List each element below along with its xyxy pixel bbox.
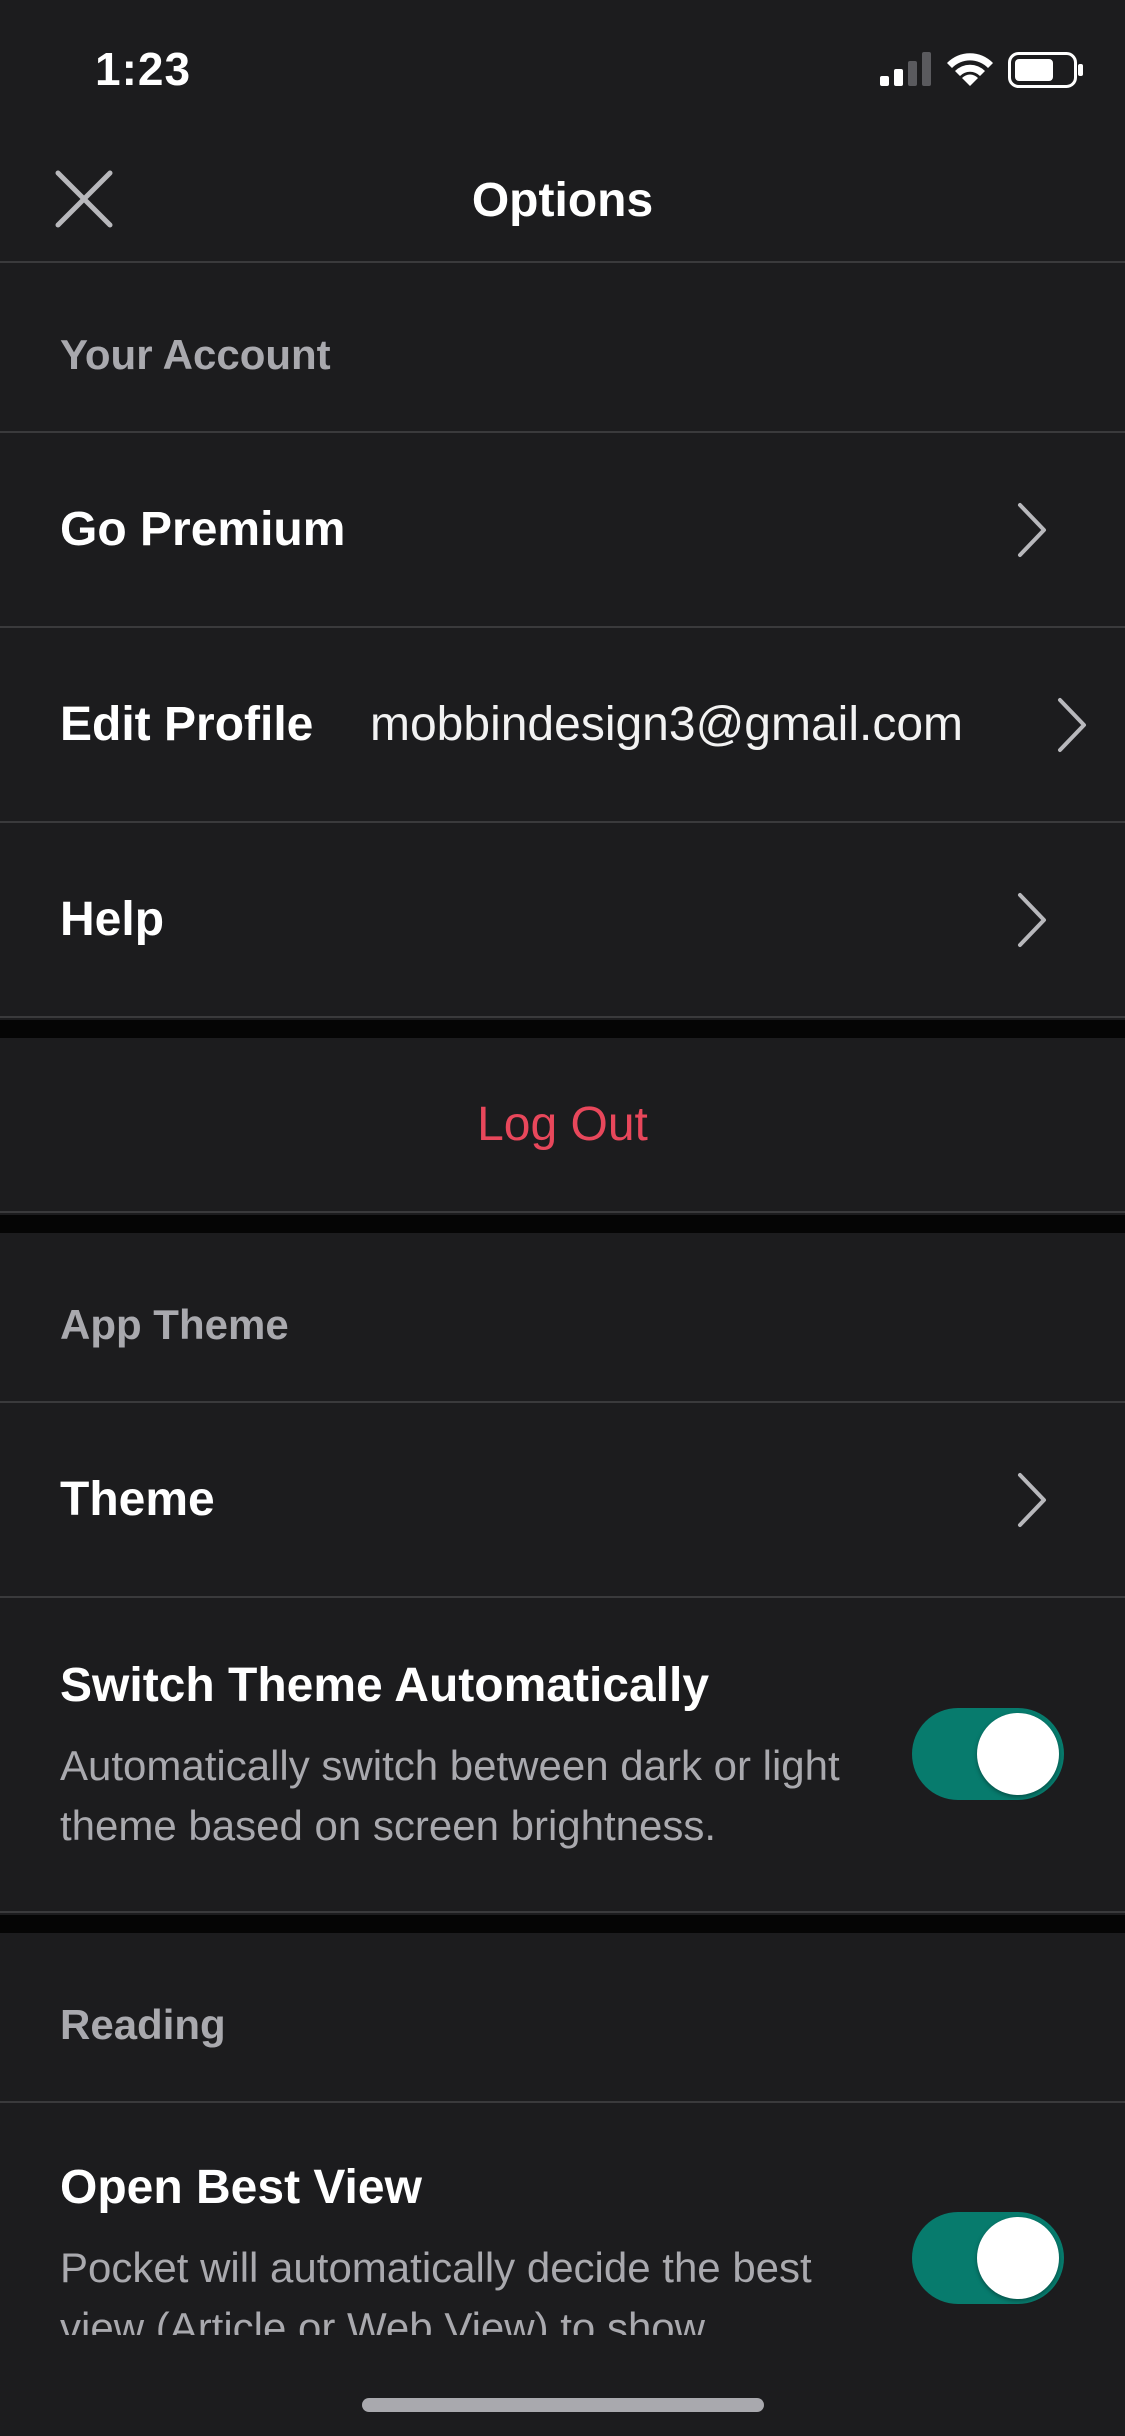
open-best-view-row: Open Best View Pocket will automatically… <box>0 2100 1125 2335</box>
log-out-row[interactable]: Log Out <box>0 1038 1125 1213</box>
page-title: Options <box>471 174 654 227</box>
section-header-account: Your Account <box>0 263 1125 433</box>
section-divider <box>0 1215 1125 1233</box>
switch-theme-title: Switch Theme Automatically <box>60 1659 710 1712</box>
nav-bar: Options <box>0 135 1125 263</box>
open-best-view-toggle[interactable] <box>912 2212 1064 2304</box>
section-divider <box>0 1915 1125 1933</box>
section-header-app-theme: App Theme <box>0 1233 1125 1403</box>
scroll-clip: Open Best View Pocket will automatically… <box>0 2100 1125 2335</box>
theme-row[interactable]: Theme <box>0 1403 1125 1598</box>
home-indicator[interactable] <box>362 2398 764 2412</box>
log-out-button[interactable]: Log Out <box>0 1038 1125 1211</box>
cellular-signal-icon <box>880 52 931 86</box>
toggle-knob <box>977 1713 1059 1795</box>
chevron-right-icon <box>1018 893 1046 947</box>
section-header-label: App Theme <box>60 1301 289 1348</box>
section-header-label: Your Account <box>60 331 331 378</box>
edit-profile-row[interactable]: Edit Profile mobbindesign3@gmail.com <box>0 628 1125 823</box>
edit-profile-label: Edit Profile <box>60 698 314 751</box>
theme-label: Theme <box>60 1473 215 1526</box>
chevron-right-icon <box>1018 503 1046 557</box>
wifi-icon <box>947 53 993 86</box>
switch-theme-row: Switch Theme Automatically Automatically… <box>0 1598 1125 1913</box>
go-premium-label: Go Premium <box>60 503 346 556</box>
chevron-right-icon <box>1058 698 1086 752</box>
section-header-label: Reading <box>60 2001 226 2048</box>
section-divider <box>0 1020 1125 1038</box>
section-header-reading: Reading <box>0 1933 1125 2103</box>
switch-theme-toggle[interactable] <box>912 1708 1064 1800</box>
help-row[interactable]: Help <box>0 823 1125 1018</box>
switch-theme-description: Automatically switch between dark or lig… <box>60 1742 840 1849</box>
battery-icon <box>1008 52 1083 88</box>
profile-email: mobbindesign3@gmail.com <box>370 698 964 751</box>
go-premium-row[interactable]: Go Premium <box>0 433 1125 628</box>
toggle-knob <box>977 2217 1059 2299</box>
open-best-view-description: Pocket will automatically decide the bes… <box>60 2244 812 2335</box>
open-best-view-title: Open Best View <box>60 2161 422 2214</box>
status-bar: 1:23 <box>0 0 1125 135</box>
help-label: Help <box>60 893 165 946</box>
chevron-right-icon <box>1018 1473 1046 1527</box>
status-time: 1:23 <box>95 43 192 95</box>
